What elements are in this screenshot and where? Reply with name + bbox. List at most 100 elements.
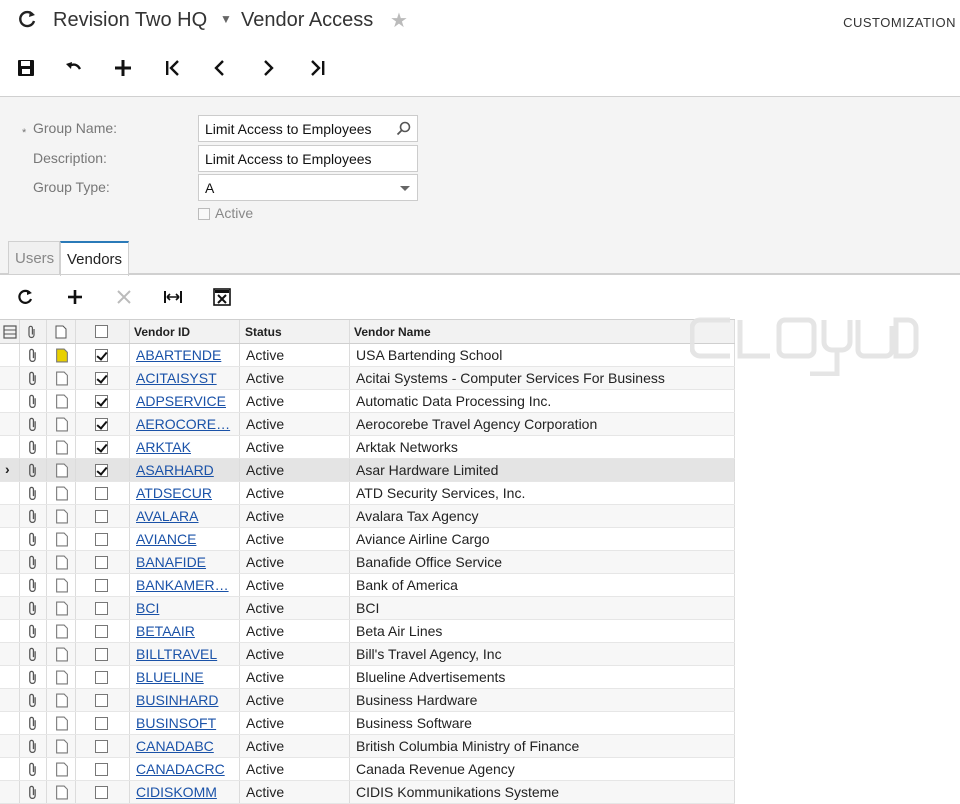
table-row[interactable]: BANKAMER… Active Bank of America [0, 574, 735, 597]
table-row[interactable]: CANADABC Active British Columbia Ministry … [0, 735, 735, 758]
refresh-icon[interactable] [12, 284, 38, 310]
export-excel-icon[interactable] [209, 284, 235, 310]
last-record-icon[interactable] [306, 56, 330, 80]
tab-vendors[interactable]: Vendors [60, 241, 129, 276]
table-row[interactable]: AVALARA Active Avalara Tax Agency [0, 505, 735, 528]
vendor-id-link[interactable]: ATDSECUR [136, 482, 236, 505]
included-checkbox[interactable] [95, 510, 108, 523]
vendor-id-link[interactable]: ASARHARD [136, 459, 236, 482]
included-checkbox[interactable] [95, 740, 108, 753]
included-checkbox[interactable] [95, 763, 108, 776]
save-icon[interactable] [14, 56, 38, 80]
refresh-icon[interactable] [16, 8, 38, 30]
included-checkbox[interactable] [95, 648, 108, 661]
attachment-icon[interactable] [26, 532, 40, 547]
vendor-id-link[interactable]: BCI [136, 597, 236, 620]
table-row[interactable]: ABARTENDE Active USA Bartending School [0, 344, 735, 367]
column-header-vendor-name[interactable]: Vendor Name [354, 320, 431, 344]
vendor-id-link[interactable]: CANADABC [136, 735, 236, 758]
note-icon[interactable] [55, 785, 69, 800]
vendor-id-link[interactable]: ADPSERVICE [136, 390, 236, 413]
note-icon[interactable] [55, 486, 69, 501]
vendor-id-link[interactable]: BUSINSOFT [136, 712, 236, 735]
vendor-id-link[interactable]: BLUELINE [136, 666, 236, 689]
note-icon[interactable] [55, 670, 69, 685]
attachment-icon[interactable] [26, 417, 40, 432]
attachment-icon[interactable] [26, 785, 40, 800]
undo-icon[interactable] [62, 56, 86, 80]
table-row[interactable]: › ASARHARD Active Asar Hardware Limited [0, 459, 735, 482]
description-field[interactable]: Limit Access to Employees [198, 145, 418, 172]
note-icon[interactable] [55, 440, 69, 455]
table-row[interactable]: ATDSECUR Active ATD Security Services, Inc… [0, 482, 735, 505]
column-settings-icon[interactable] [3, 325, 17, 339]
company-name[interactable]: Revision Two HQ [53, 9, 207, 32]
tab-users[interactable]: Users [8, 241, 60, 275]
group-type-select[interactable]: A [198, 174, 418, 201]
attachment-icon[interactable] [26, 578, 40, 593]
table-row[interactable]: BCI Active BCI [0, 597, 735, 620]
included-checkbox[interactable] [95, 441, 108, 454]
included-checkbox[interactable] [95, 349, 108, 362]
next-icon[interactable] [256, 56, 280, 80]
note-icon[interactable] [55, 417, 69, 432]
included-checkbox[interactable] [95, 671, 108, 684]
select-all-checkbox[interactable] [95, 325, 108, 338]
note-icon[interactable] [55, 555, 69, 570]
attachment-icon[interactable] [26, 509, 40, 524]
customization-menu[interactable]: CUSTOMIZATION [843, 15, 956, 30]
included-checkbox[interactable] [95, 395, 108, 408]
included-checkbox[interactable] [95, 602, 108, 615]
attachment-icon[interactable] [26, 716, 40, 731]
vendor-id-link[interactable]: AVIANCE [136, 528, 236, 551]
table-row[interactable]: ADPSERVICE Active Automatic Data Processin… [0, 390, 735, 413]
note-icon[interactable] [55, 463, 69, 478]
fit-columns-icon[interactable] [160, 284, 186, 310]
plus-icon[interactable] [111, 56, 135, 80]
vendor-id-link[interactable]: CIDISKOMM [136, 781, 236, 804]
vendor-id-link[interactable]: BILLTRAVEL [136, 643, 236, 666]
vendor-id-link[interactable]: AVALARA [136, 505, 236, 528]
note-icon[interactable] [55, 348, 69, 363]
included-checkbox[interactable] [95, 464, 108, 477]
vendor-id-link[interactable]: AEROCORE… [136, 413, 236, 436]
attachment-icon[interactable] [26, 371, 40, 386]
star-icon[interactable]: ★ [390, 8, 408, 33]
attachment-icon[interactable] [26, 348, 40, 363]
table-row[interactable]: BUSINSOFT Active Business Software [0, 712, 735, 735]
table-row[interactable]: BUSINHARD Active Business Hardware [0, 689, 735, 712]
included-checkbox[interactable] [95, 694, 108, 707]
note-icon[interactable] [55, 739, 69, 754]
included-checkbox[interactable] [95, 556, 108, 569]
first-record-icon[interactable] [160, 56, 184, 80]
column-header-vendor-id[interactable]: Vendor ID [134, 320, 190, 344]
included-checkbox[interactable] [95, 579, 108, 592]
table-row[interactable]: ACITAISYST Active Acitai Systems - Compute… [0, 367, 735, 390]
attachment-icon[interactable] [26, 739, 40, 754]
attachment-icon[interactable] [26, 762, 40, 777]
attachment-icon[interactable] [26, 601, 40, 616]
group-name-field[interactable]: Limit Access to Employees [198, 115, 418, 142]
note-icon[interactable] [55, 394, 69, 409]
note-icon[interactable] [55, 647, 69, 662]
table-row[interactable]: BANAFIDE Active Banafide Office Service [0, 551, 735, 574]
note-icon[interactable] [55, 601, 69, 616]
table-row[interactable]: AVIANCE Active Aviance Airline Cargo [0, 528, 735, 551]
table-row[interactable]: BLUELINE Active Blueline Advertisements [0, 666, 735, 689]
attachment-icon[interactable] [26, 394, 40, 409]
previous-icon[interactable] [208, 56, 232, 80]
note-icon[interactable] [55, 716, 69, 731]
active-checkbox[interactable] [198, 208, 210, 220]
attachment-icon[interactable] [26, 647, 40, 662]
add-row-icon[interactable] [62, 284, 88, 310]
attachment-icon[interactable] [26, 555, 40, 570]
attachment-icon[interactable] [26, 440, 40, 455]
note-icon[interactable] [55, 532, 69, 547]
note-icon[interactable] [55, 578, 69, 593]
table-row[interactable]: BILLTRAVEL Active Bill's Travel Agency, In… [0, 643, 735, 666]
attachment-icon[interactable] [26, 463, 40, 478]
attachment-icon[interactable] [26, 624, 40, 639]
delete-row-icon[interactable] [111, 284, 137, 310]
vendor-id-link[interactable]: BETAAIR [136, 620, 236, 643]
vendor-id-link[interactable]: ABARTENDE [136, 344, 236, 367]
